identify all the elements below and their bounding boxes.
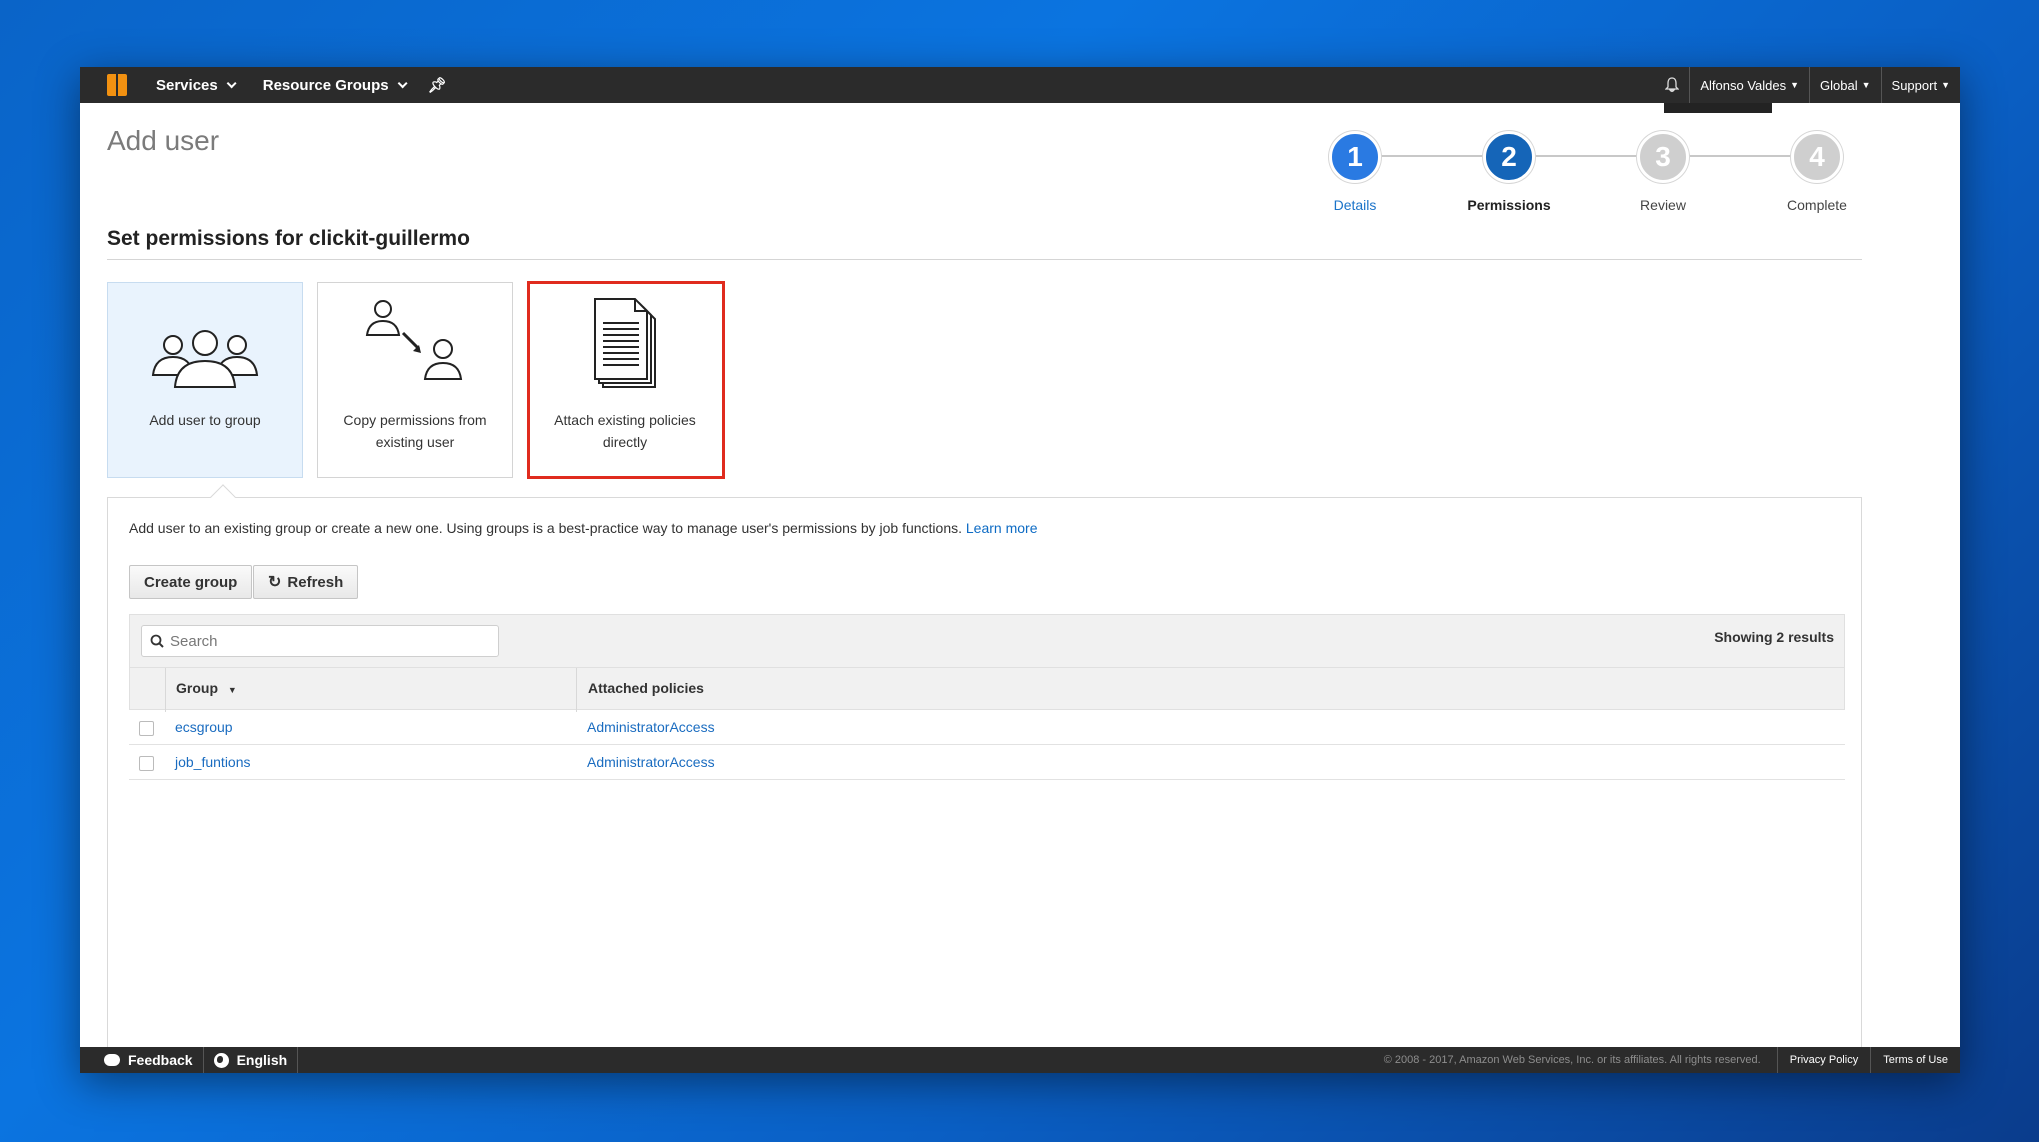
language-label: English: [236, 1052, 288, 1068]
option-label: Attach existing policies directly: [554, 412, 696, 450]
page-title: Add user: [107, 125, 220, 156]
footer-bar: Feedback English © 2008 - 2017, Amazon W…: [80, 1047, 1960, 1073]
refresh-button[interactable]: ↻ Refresh: [253, 565, 359, 599]
panel-pointer: [210, 484, 236, 510]
aws-cube-icon[interactable]: [96, 67, 138, 103]
step-label: Details: [1333, 197, 1377, 213]
caret-down-icon: ▼: [1861, 80, 1871, 90]
feedback-button[interactable]: Feedback: [80, 1047, 204, 1073]
stepper-line: [1380, 155, 1820, 157]
step-label: Review: [1640, 197, 1686, 213]
group-link[interactable]: job_funtions: [175, 754, 251, 770]
results-count: Showing 2 results: [1714, 629, 1834, 645]
search-input[interactable]: Search: [141, 625, 499, 657]
resource-groups-label: Resource Groups: [262, 76, 389, 94]
table-row[interactable]: job_funtions AdministratorAccess: [129, 745, 1845, 780]
copy-permissions-icon: [318, 283, 512, 393]
step-details[interactable]: 1 Details: [1300, 131, 1410, 213]
document-stack-icon: [528, 283, 722, 393]
chevron-down-icon: [226, 77, 237, 88]
top-nav-bar: Services Resource Groups 📌︎ Alfonso Vald…: [80, 67, 1960, 103]
chevron-down-icon: [397, 77, 408, 88]
step-label: Complete: [1787, 197, 1847, 213]
refresh-icon: ↻: [268, 574, 282, 591]
region-menu[interactable]: Global ▼: [1809, 67, 1881, 103]
row-checkbox[interactable]: [139, 721, 154, 736]
group-panel: Add user to an existing group or create …: [107, 484, 1862, 1057]
column-label: Group: [176, 680, 218, 696]
table-row[interactable]: ecsgroup AdministratorAccess: [129, 710, 1845, 745]
section-divider: [107, 259, 1862, 260]
feedback-label: Feedback: [128, 1052, 193, 1068]
user-group-icon: [108, 283, 302, 393]
copyright-text: © 2008 - 2017, Amazon Web Services, Inc.…: [1383, 1054, 1761, 1066]
step-review: 3 Review: [1608, 131, 1718, 213]
step-number: 1: [1329, 131, 1381, 183]
column-divider: [576, 668, 577, 712]
bell-icon[interactable]: [1655, 67, 1689, 103]
wizard-stepper: 1 Details 2 Permissions 3 Review 4 Compl…: [1300, 131, 1870, 221]
step-number: 4: [1791, 131, 1843, 183]
terms-of-use-link[interactable]: Terms of Use: [1870, 1047, 1960, 1073]
caret-down-icon: ▼: [1941, 80, 1950, 90]
column-header-group[interactable]: Group ▼: [176, 680, 237, 696]
column-header-policies: Attached policies: [588, 680, 704, 696]
chat-bubble-icon: [104, 1054, 120, 1066]
step-number: 2: [1483, 131, 1535, 183]
column-header-row: Group ▼ Attached policies: [130, 667, 1844, 712]
user-menu-indicator: [1664, 103, 1772, 113]
policy-link[interactable]: AdministratorAccess: [587, 719, 715, 735]
globe-icon: [213, 1052, 229, 1068]
column-divider: [165, 668, 166, 712]
services-label: Services: [156, 76, 218, 94]
group-link[interactable]: ecsgroup: [175, 719, 233, 735]
language-selector[interactable]: English: [204, 1047, 299, 1073]
section-title: Set permissions for clickit-guillermo: [107, 227, 470, 250]
services-menu[interactable]: Services: [156, 76, 237, 94]
row-checkbox[interactable]: [139, 756, 154, 771]
caret-down-icon: ▼: [1790, 80, 1800, 90]
user-name: Alfonso Valdes: [1700, 77, 1787, 93]
support-menu[interactable]: Support ▼: [1880, 67, 1960, 103]
option-label: Add user to group: [149, 412, 261, 428]
option-add-user-to-group[interactable]: Add user to group: [107, 282, 303, 478]
step-label: Permissions: [1467, 197, 1551, 213]
search-icon: [150, 634, 164, 648]
option-label: Copy permissions from existing user: [343, 412, 487, 450]
policy-link[interactable]: AdministratorAccess: [587, 754, 715, 770]
browser-window: Services Resource Groups 📌︎ Alfonso Vald…: [80, 67, 1960, 1073]
support-label: Support: [1891, 77, 1938, 93]
search-placeholder: Search: [170, 632, 218, 650]
refresh-label: Refresh: [287, 573, 344, 591]
panel-description: Add user to an existing group or create …: [129, 520, 1037, 536]
step-number: 3: [1637, 131, 1689, 183]
user-menu[interactable]: Alfonso Valdes ▼: [1689, 67, 1809, 103]
option-attach-policies[interactable]: Attach existing policies directly: [527, 282, 723, 478]
resource-groups-menu[interactable]: Resource Groups: [262, 76, 408, 94]
step-complete: 4 Complete: [1762, 131, 1872, 213]
learn-more-link[interactable]: Learn more: [966, 520, 1038, 536]
privacy-policy-link[interactable]: Privacy Policy: [1776, 1047, 1870, 1073]
region-label: Global: [1820, 77, 1858, 93]
option-copy-permissions[interactable]: Copy permissions from existing user: [317, 282, 513, 478]
top-nav-right: Alfonso Valdes ▼ Global ▼ Support ▼: [1655, 67, 1960, 103]
pin-icon[interactable]: 📌︎: [428, 76, 447, 94]
table-header: Search Showing 2 results Group ▼ Attache…: [129, 614, 1845, 712]
create-group-label: Create group: [144, 573, 238, 591]
step-permissions: 2 Permissions: [1454, 131, 1564, 213]
create-group-button[interactable]: Create group: [129, 565, 253, 599]
sort-down-icon: ▼: [227, 685, 237, 695]
description-text: Add user to an existing group or create …: [129, 520, 962, 536]
